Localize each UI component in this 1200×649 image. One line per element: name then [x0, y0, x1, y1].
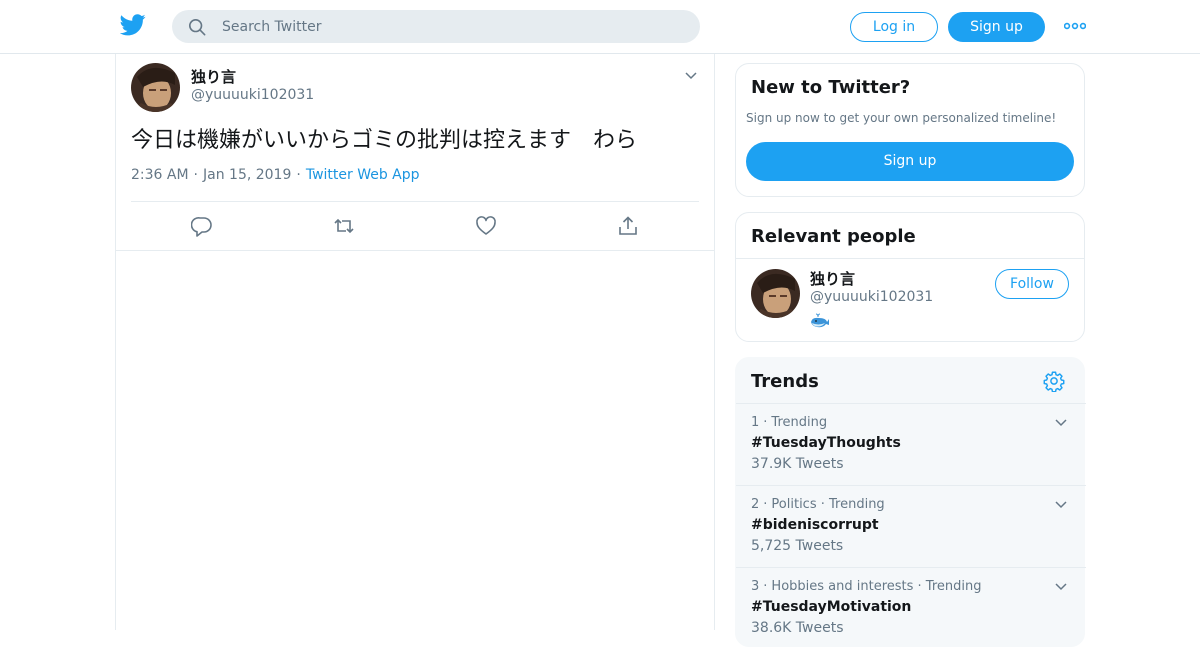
- trend-tweet-count: 5,725 Tweets: [751, 538, 844, 554]
- trends-card: Trends 1 · Trending #TuesdayThoughts 37.9K…: [735, 357, 1086, 649]
- chevron-down-icon[interactable]: [1054, 416, 1068, 430]
- trend-meta: 2 · Politics · Trending: [751, 497, 885, 512]
- divider: [736, 258, 1084, 259]
- trend-rank: 3: [751, 579, 760, 594]
- chevron-down-icon[interactable]: [684, 69, 698, 83]
- login-button[interactable]: Log in: [850, 12, 938, 42]
- trend-name[interactable]: #bideniscorrupt: [751, 517, 879, 533]
- trend-item[interactable]: 1 · Trending #TuesdayThoughts 37.9K Tweets: [736, 403, 1086, 485]
- trend-rank: 2: [751, 497, 760, 512]
- trend-tweet-count: 38.6K Tweets: [751, 620, 844, 636]
- avatar-portrait-image: [751, 269, 800, 318]
- whale-emoji-icon: [811, 313, 829, 328]
- trend-tweet-count: 37.9K Tweets: [751, 456, 844, 472]
- trend-name[interactable]: #TuesdayMotivation: [751, 599, 911, 615]
- follow-button[interactable]: Follow: [995, 269, 1069, 299]
- relevant-people-card: Relevant people 独り言 @yuuuuki102031 Follo…: [735, 212, 1085, 342]
- author-handle[interactable]: @yuuuuki102031: [191, 87, 314, 103]
- main-timeline-column: 独り言 @yuuuuki102031 今日は機嫌がいいからゴミの批判は控えます …: [115, 54, 715, 630]
- new-to-twitter-title: New to Twitter?: [751, 77, 911, 98]
- meta-separator: ·: [763, 415, 768, 430]
- search-icon: [188, 18, 206, 36]
- relevant-people-title: Relevant people: [751, 226, 916, 247]
- avatar-portrait-image: [131, 63, 180, 112]
- like-heart-icon[interactable]: [475, 215, 497, 237]
- person-avatar[interactable]: [751, 269, 800, 318]
- trends-title: Trends: [751, 371, 819, 392]
- settings-gear-icon[interactable]: [1043, 370, 1065, 392]
- share-icon[interactable]: [617, 215, 639, 237]
- trend-rank: 1: [751, 415, 760, 430]
- tweet-date[interactable]: Jan 15, 2019: [203, 167, 291, 183]
- trend-category: Politics · Trending: [771, 497, 885, 512]
- trend-category: Trending: [771, 415, 828, 430]
- tweet: 独り言 @yuuuuki102031 今日は機嫌がいいからゴミの批判は控えます …: [116, 54, 714, 251]
- meta-separator: ·: [193, 167, 198, 183]
- new-to-twitter-subtitle: Sign up now to get your own personalized…: [746, 111, 1057, 125]
- tweet-metadata: 2:36 AM · Jan 15, 2019 · Twitter Web App: [131, 167, 420, 183]
- chevron-down-icon[interactable]: [1054, 580, 1068, 594]
- chevron-down-icon[interactable]: [1054, 498, 1068, 512]
- trend-meta: 1 · Trending: [751, 415, 827, 430]
- search-input[interactable]: [222, 10, 682, 43]
- signup-button[interactable]: Sign up: [948, 12, 1045, 42]
- meta-separator: ·: [763, 579, 768, 594]
- tweet-source-link[interactable]: Twitter Web App: [306, 167, 420, 183]
- tweet-text: 今日は機嫌がいいからゴミの批判は控えます わら: [131, 128, 638, 153]
- divider: [131, 201, 699, 202]
- sidebar-signup-button[interactable]: Sign up: [746, 142, 1074, 181]
- person-name[interactable]: 独り言: [810, 268, 855, 289]
- meta-separator: ·: [763, 497, 768, 512]
- author-avatar[interactable]: [131, 63, 180, 112]
- twitter-bird-logo-icon[interactable]: [120, 13, 146, 37]
- top-navigation-bar: Log in Sign up: [0, 0, 1200, 54]
- author-name[interactable]: 独り言: [191, 66, 236, 87]
- trend-name[interactable]: #TuesdayThoughts: [751, 435, 901, 451]
- trend-item[interactable]: 3 · Hobbies and interests · Trending #Tues…: [736, 567, 1086, 649]
- person-handle[interactable]: @yuuuuki102031: [810, 289, 933, 305]
- retweet-icon[interactable]: [333, 215, 355, 237]
- trend-item[interactable]: 2 · Politics · Trending #bideniscorrupt 5,…: [736, 485, 1086, 567]
- new-to-twitter-card: New to Twitter? Sign up now to get your …: [735, 63, 1085, 197]
- more-options-icon[interactable]: [1064, 18, 1086, 34]
- tweet-time[interactable]: 2:36 AM: [131, 167, 189, 183]
- trend-meta: 3 · Hobbies and interests · Trending: [751, 579, 982, 594]
- meta-separator: ·: [296, 167, 301, 183]
- trend-category: Hobbies and interests · Trending: [771, 579, 982, 594]
- reply-icon[interactable]: [191, 215, 213, 237]
- search-bar[interactable]: [172, 10, 700, 43]
